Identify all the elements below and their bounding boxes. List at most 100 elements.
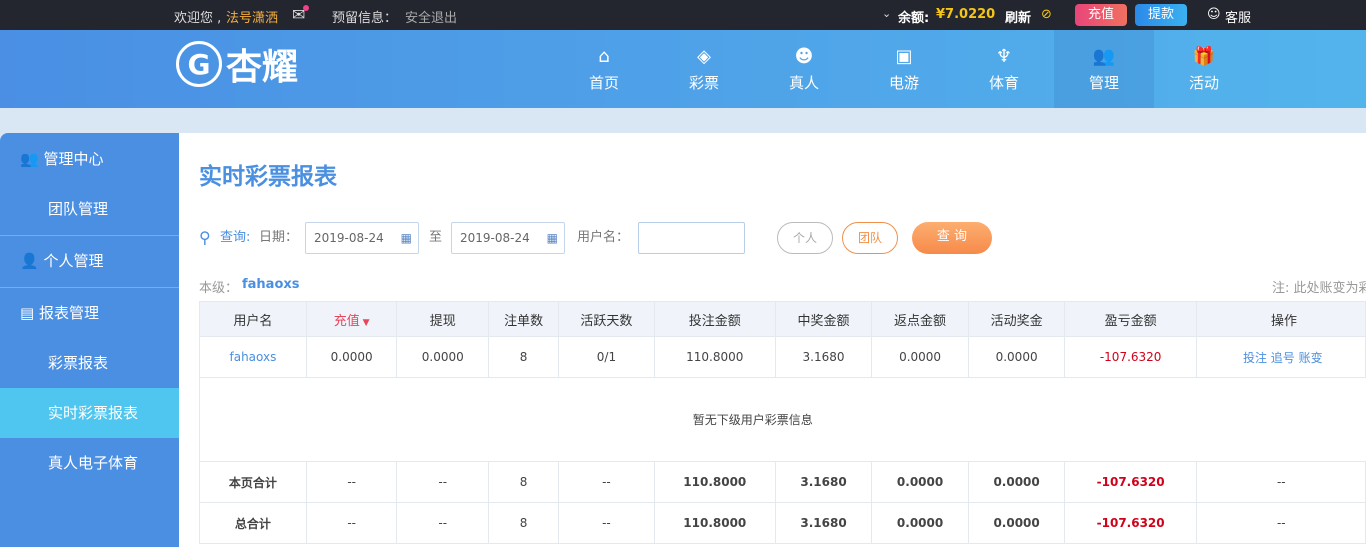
withdraw-button[interactable]: 提款 [1135,4,1187,26]
search-button[interactable]: 查 询 [912,222,992,254]
calendar-icon[interactable]: ▦ [401,223,412,253]
sidebar: 👥 管理中心 团队管理 👤 个人管理 ▤ 报表管理 彩票报表 实时彩票报表 真人… [0,133,179,547]
col-profit: 盈亏金额 [1064,301,1197,337]
username-label: 用户名： [577,230,630,245]
nav-live[interactable]: ☻ 真人 [754,30,854,108]
person-icon: ☻ [794,46,814,67]
report-table: 用户名 充值 ▼ 提现 注单数 活跃天数 投注金额 中奖金额 返点金额 活动奖金… [199,301,1366,544]
query-label: 查询: [220,230,251,245]
slot-icon: ▣ [895,46,913,67]
sidebar-item-lottery-report[interactable]: 彩票报表 [0,338,179,388]
cell: 3.1680 [800,475,847,489]
trophy-icon: ♆ [995,46,1013,67]
actions-cell: 投注 追号 账变 [1195,336,1366,378]
empty-message: 暂无下级用户彩票信息 [199,377,1366,462]
cell: -- [305,502,398,544]
cell-profit: -107.6320 [1096,475,1165,489]
recharge-button[interactable]: 充值 [1075,4,1127,26]
mail-icon[interactable]: ✉ [292,5,310,24]
top-bar: 欢迎您 , 法号潇洒 ✉ 预留信息： 安全退出 ⌄ 余额: ¥7.0220 刷新… [0,0,1366,30]
home-icon: ⌂ [598,46,610,67]
username-input[interactable] [638,222,745,254]
sidebar-group-reports[interactable]: ▤ 报表管理 [0,288,179,338]
level-label: 本级： [199,281,239,296]
customer-service-link[interactable]: 客服 [1225,7,1251,26]
cell: 0.0000 [993,475,1040,489]
col-username: 用户名 [199,301,307,337]
reserved-info[interactable]: 预留信息： [332,7,397,26]
logo[interactable]: G 杏耀 [176,38,298,90]
bet-link[interactable]: 投注 [1243,351,1267,365]
page-title: 实时彩票报表 [199,164,337,190]
nav-sports[interactable]: ♆ 体育 [954,30,1054,108]
cell: -- [558,461,655,503]
cell: 110.8000 [683,516,747,530]
cell: 110.8000 [683,475,747,489]
username-link[interactable]: fahaoxs [199,336,307,378]
date-from-input[interactable]: 2019-08-24 ▦ [305,222,419,254]
chase-link[interactable]: 追号 [1271,351,1295,365]
ticket-icon: ◈ [697,46,711,67]
sidebar-group-management[interactable]: 👥 管理中心 [0,134,179,184]
sidebar-item-live-egame-sports[interactable]: 真人电子体育 [0,438,179,488]
nav-egame[interactable]: ▣ 电游 [854,30,954,108]
nav-lottery[interactable]: ◈ 彩票 [654,30,754,108]
logo-emblem-icon: G [176,41,222,87]
nav-management[interactable]: 👥 管理 [1054,30,1154,108]
col-withdraw: 提现 [396,301,490,337]
to-label: 至 [429,230,443,245]
cell: 0.0000 [396,336,490,378]
table-header: 用户名 充值 ▼ 提现 注单数 活跃天数 投注金额 中奖金额 返点金额 活动奖金… [199,301,1366,337]
welcome-text: 欢迎您 , [174,11,222,26]
chat-icon[interactable]: ☺ [1207,7,1221,22]
cell: 8 [488,336,560,378]
level-user-link[interactable]: fahaoxs [242,277,300,292]
col-recharge-sortable[interactable]: 充值 ▼ [305,301,398,337]
sidebar-item-team[interactable]: 团队管理 [0,184,179,234]
chevron-down-icon[interactable]: ⌄ [882,7,891,20]
cell: 0.0000 [967,336,1066,378]
cell: -- [396,502,490,544]
balance-value: ¥7.0220 [936,7,996,22]
col-active-days: 活跃天数 [558,301,655,337]
eye-off-icon[interactable]: ⊘ [1041,7,1052,22]
sort-desc-icon: ▼ [359,317,370,328]
cell: 0.0000 [896,475,944,489]
cell: 0.0000 [871,336,969,378]
cell: -- [1195,502,1366,544]
cell: -- [305,461,398,503]
sidebar-group-personal[interactable]: 👤 个人管理 [0,236,179,286]
cell: 110.8000 [653,336,776,378]
date-to-input[interactable]: 2019-08-24 ▦ [451,222,565,254]
header: G 杏耀 ⌂ 首页 ◈ 彩票 ☻ 真人 ▣ 电游 ♆ 体育 👥 管理 🎁 活动 [0,30,1366,108]
main-content: 实时彩票报表 ⚲ 查询: 日期： 2019-08-24 ▦ 至 2019-08-2… [179,133,1366,547]
cell: -- [396,461,490,503]
col-actions: 操作 [1195,301,1366,337]
team-button[interactable]: 团队 [842,222,898,254]
cell: 0.0000 [305,336,398,378]
cell: -- [1195,461,1366,503]
col-win-amount: 中奖金额 [774,301,873,337]
personal-button[interactable]: 个人 [777,222,833,254]
subtotal-row: 本页合计 -- -- 8 -- 110.8000 3.1680 0.0000 0… [199,461,1366,503]
refresh-button[interactable]: 刷新 [1005,7,1031,26]
cell: 0.0000 [896,516,944,530]
gift-icon: 🎁 [1192,46,1216,67]
calendar-icon[interactable]: ▦ [547,223,558,253]
nickname[interactable]: 法号潇洒 [226,7,278,26]
transactions-link[interactable]: 账变 [1299,351,1323,365]
empty-row: 暂无下级用户彩票信息 [199,377,1366,462]
nav-promotions[interactable]: 🎁 活动 [1154,30,1254,108]
cell: 总合计 [234,516,271,531]
logout-link[interactable]: 安全退出 [405,7,457,26]
users-icon: 👥 [1092,46,1116,67]
cell: 8 [488,502,560,544]
cell: 0.0000 [993,516,1040,530]
balance-label: 余额: [898,11,930,26]
users-icon: 👥 [20,150,44,168]
nav-home[interactable]: ⌂ 首页 [554,30,654,108]
note-text: 注: 此处账变为彩 [1272,281,1366,296]
cell: 0/1 [558,336,655,378]
sidebar-item-realtime-lottery-report[interactable]: 实时彩票报表 [0,388,179,438]
cell: 3.1680 [800,516,847,530]
